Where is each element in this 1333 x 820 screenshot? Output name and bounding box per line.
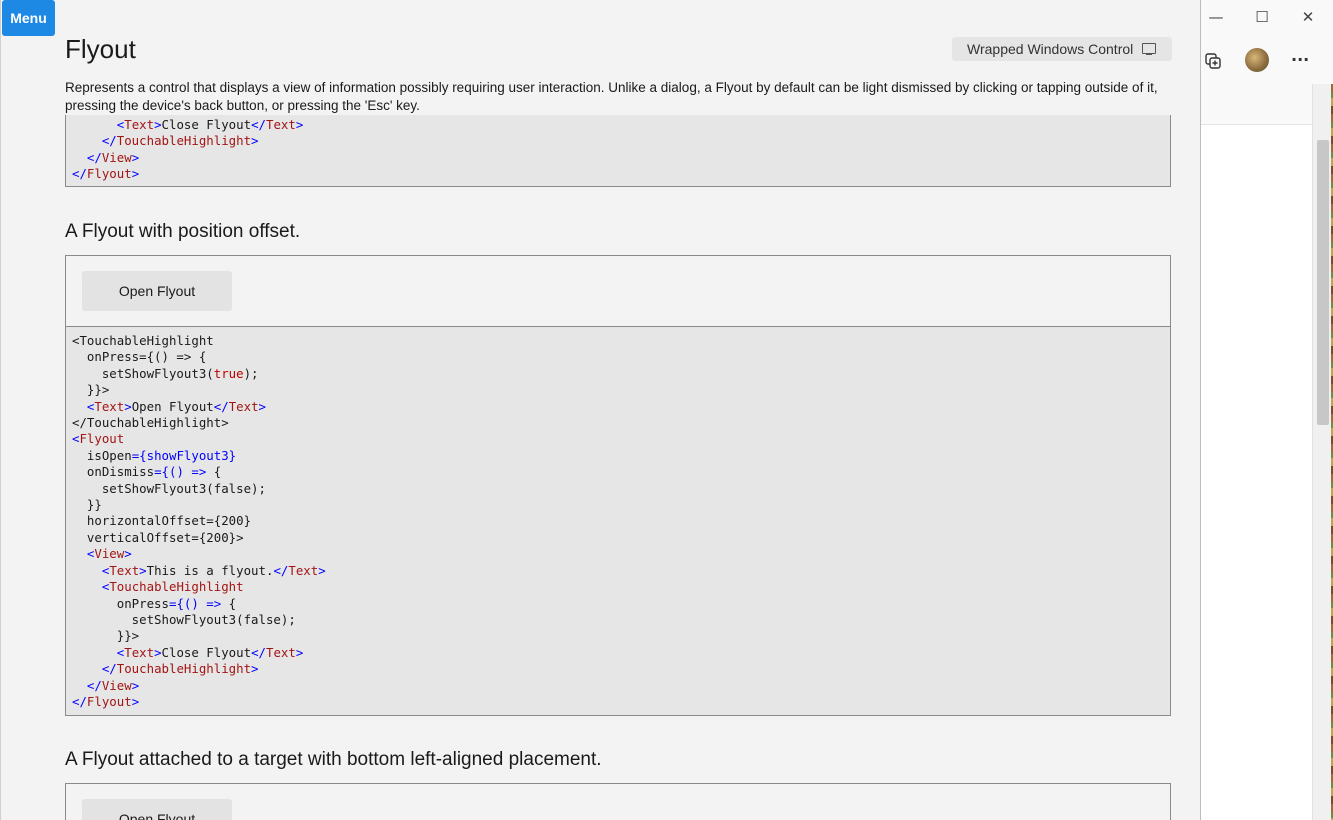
browser-toolbar: ··· (1201, 40, 1333, 84)
profile-avatar[interactable] (1245, 48, 1269, 72)
section-heading-bottom-left-placement: A Flyout attached to a target with botto… (65, 749, 602, 770)
menu-button[interactable]: Menu (2, 0, 55, 36)
app-window: Menu Flyout Wrapped Windows Control <Tex… (0, 0, 1201, 820)
code-block-previous: <Text>Close Flyout</Text> </TouchableHig… (65, 112, 1171, 187)
monitor-icon (1142, 43, 1156, 55)
demo-area-bottom-left-placement: Open Flyout (65, 783, 1171, 820)
close-button[interactable]: ✕ (1297, 6, 1319, 28)
browser-titlebar: — ☐ ✕ (1201, 0, 1333, 34)
code-previous: <Text>Close Flyout</Text> </TouchableHig… (72, 117, 304, 182)
minimize-button[interactable]: — (1205, 6, 1227, 28)
scrollbar-thumb[interactable] (1317, 140, 1329, 425)
more-icon[interactable]: ··· (1291, 50, 1309, 69)
maximize-button[interactable]: ☐ (1251, 6, 1273, 28)
section-heading-position-offset: A Flyout with position offset. (65, 221, 301, 242)
browser-page (1201, 125, 1313, 820)
browser-address-area (1201, 84, 1313, 125)
page-description: Represents a control that displays a vie… (65, 79, 1190, 115)
collections-icon[interactable] (1204, 52, 1222, 70)
code-block-position-offset: <TouchableHighlight onPress={() => { set… (65, 326, 1171, 716)
wrapped-label: Wrapped Windows Control (967, 41, 1134, 57)
demo-area-position-offset: Open Flyout (65, 255, 1171, 327)
browser-scrollbar[interactable] (1312, 84, 1333, 820)
page-title: Flyout (65, 34, 136, 64)
code-position-offset: <TouchableHighlight onPress={() => { set… (72, 333, 326, 709)
wrapped-windows-control-button[interactable]: Wrapped Windows Control (952, 37, 1172, 61)
open-flyout-button-2[interactable]: Open Flyout (82, 799, 232, 820)
open-flyout-button[interactable]: Open Flyout (82, 271, 232, 311)
